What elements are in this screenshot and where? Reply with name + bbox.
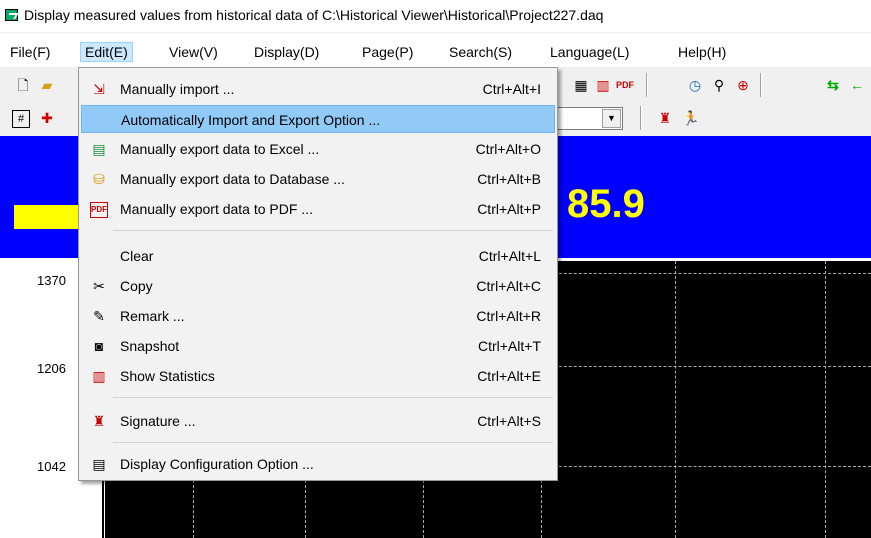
y-tick-label: 1206 [37, 361, 66, 376]
menu-item-label: Manually export data to PDF ... [120, 201, 313, 217]
menu-language[interactable]: Language(L) [545, 42, 634, 62]
menu-view[interactable]: View(V) [164, 42, 223, 62]
toolbar-separator [646, 73, 648, 97]
pdf-toolbar-icon[interactable]: PDF [614, 74, 636, 96]
run-icon[interactable]: 🏃 [680, 107, 702, 129]
scroll-left-icon[interactable]: ← [846, 74, 868, 96]
menu-bar: File(F) Edit(E) View(V) Display(D) Page(… [0, 33, 871, 67]
edit-menu-dropdown: ⇲ Manually import ... Ctrl+Alt+I Automat… [78, 67, 558, 481]
grid-icon[interactable]: # [12, 110, 30, 128]
menu-item-label: Signature ... [120, 413, 196, 429]
menu-item-remark[interactable]: ✎ Remark ... Ctrl+Alt+R [81, 302, 555, 330]
camera-icon: ◙ [94, 338, 104, 354]
menu-item-shortcut: Ctrl+Alt+P [477, 201, 541, 217]
zoom-range-icon[interactable]: ⚲ [708, 74, 730, 96]
timer-icon[interactable]: ◷ [684, 74, 706, 96]
menu-item-label: Manually import ... [120, 81, 235, 97]
menu-item-shortcut: Ctrl+Alt+I [482, 81, 541, 97]
menu-item-label: Snapshot [120, 338, 180, 354]
menu-file[interactable]: File(F) [5, 42, 55, 62]
menu-item-label: Show Statistics [120, 368, 215, 384]
grid-line [675, 261, 676, 538]
import-icon: ⇲ [93, 81, 105, 97]
channel-select[interactable]: ▼ [553, 107, 623, 130]
menu-item-manually-import[interactable]: ⇲ Manually import ... Ctrl+Alt+I [81, 75, 555, 103]
pdf-export-icon: PDF [90, 202, 108, 218]
y-tick-label: 1042 [37, 459, 66, 474]
menu-item-shortcut: Ctrl+Alt+O [475, 141, 541, 157]
menu-separator [113, 442, 553, 443]
menu-help[interactable]: Help(H) [673, 42, 731, 62]
database-export-icon: ⛁ [93, 171, 105, 187]
menu-page[interactable]: Page(P) [357, 42, 418, 62]
menu-item-show-statistics[interactable]: ▥ Show Statistics Ctrl+Alt+E [81, 362, 555, 390]
menu-item-label: Copy [120, 278, 153, 294]
menu-item-label: Remark ... [120, 308, 185, 324]
menu-item-copy[interactable]: ✂ Copy Ctrl+Alt+C [81, 272, 555, 300]
menu-item-shortcut: Ctrl+Alt+E [477, 368, 541, 384]
move-icon[interactable]: ⇆ [822, 74, 844, 96]
menu-item-shortcut: Ctrl+Alt+L [478, 248, 541, 264]
menu-item-shortcut: Ctrl+Alt+T [477, 338, 541, 354]
menu-item-label: Clear [120, 248, 154, 264]
menu-item-label: Manually export data to Database ... [120, 171, 345, 187]
chart-icon[interactable]: ▦ [570, 74, 592, 96]
remark-icon: ✎ [93, 308, 105, 324]
config-icon: ▤ [92, 456, 106, 472]
statistics-icon: ▥ [92, 368, 106, 384]
menu-item-snapshot[interactable]: ◙ Snapshot Ctrl+Alt+T [81, 332, 555, 360]
chevron-down-icon[interactable]: ▼ [602, 109, 621, 128]
menu-separator [113, 397, 553, 398]
menu-item-export-excel[interactable]: ▤ Manually export data to Excel ... Ctrl… [81, 135, 555, 163]
menu-item-display-config[interactable]: ▤ Display Configuration Option ... [81, 450, 555, 478]
scissors-icon: ✂ [93, 278, 105, 294]
excel-export-icon: ▤ [92, 141, 106, 157]
current-value: 85.9 [567, 182, 645, 226]
marker-icon[interactable]: ✚ [36, 107, 58, 129]
menu-item-export-pdf[interactable]: PDF Manually export data to PDF ... Ctrl… [81, 195, 555, 223]
menu-item-label: Manually export data to Excel ... [120, 141, 320, 157]
menu-separator [113, 230, 553, 231]
grid-line [825, 261, 826, 538]
toolbar-separator [760, 73, 762, 97]
menu-item-label: Automatically Import and Export Option .… [121, 112, 381, 128]
menu-item-export-database[interactable]: ⛁ Manually export data to Database ... C… [81, 165, 555, 193]
menu-item-shortcut: Ctrl+Alt+B [477, 171, 541, 187]
signature-icon: ♜ [92, 413, 106, 429]
title-bar: Display measured values from historical … [0, 0, 871, 32]
menu-search[interactable]: Search(S) [444, 42, 517, 62]
menu-item-shortcut: Ctrl+Alt+C [476, 278, 541, 294]
y-tick-label: 1370 [37, 273, 66, 288]
zoom-in-icon[interactable]: ⊕ [732, 74, 754, 96]
menu-display[interactable]: Display(D) [249, 42, 324, 62]
menu-item-clear[interactable]: Clear Ctrl+Alt+L [81, 242, 555, 270]
signature-toolbar-icon[interactable]: ♜ [654, 107, 676, 129]
menu-item-shortcut: Ctrl+Alt+R [476, 308, 541, 324]
menu-item-shortcut: Ctrl+Alt+S [477, 413, 541, 429]
app-icon [5, 9, 18, 21]
new-document-icon[interactable]: 🗋 [12, 74, 34, 96]
open-folder-icon[interactable]: ▰ [36, 74, 58, 96]
statistics-toolbar-icon[interactable]: ▥ [592, 74, 614, 96]
toolbar-separator [640, 106, 642, 130]
channel-color-marker [14, 205, 80, 229]
menu-item-signature[interactable]: ♜ Signature ... Ctrl+Alt+S [81, 407, 555, 435]
menu-item-auto-import-export[interactable]: Automatically Import and Export Option .… [81, 105, 555, 133]
window-title: Display measured values from historical … [24, 7, 604, 23]
menu-item-label: Display Configuration Option ... [120, 456, 314, 472]
menu-edit[interactable]: Edit(E) [80, 42, 133, 62]
